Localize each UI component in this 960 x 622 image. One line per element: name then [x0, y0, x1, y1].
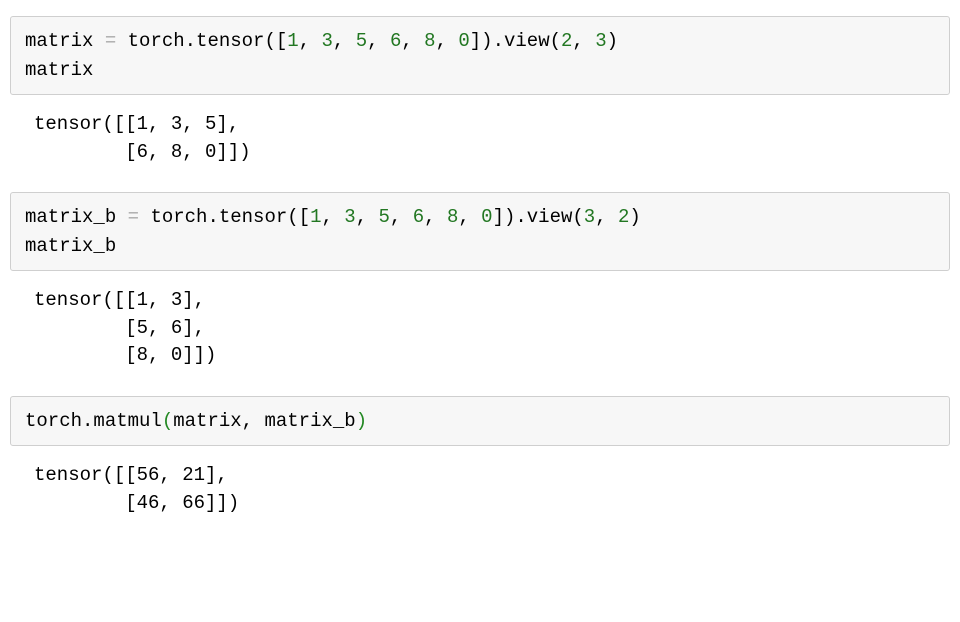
number: 0 — [458, 30, 469, 52]
call-end: ) — [607, 30, 618, 52]
code-line: matrix — [25, 59, 93, 81]
number: 3 — [344, 206, 355, 228]
number: 5 — [379, 206, 390, 228]
number: 2 — [561, 30, 572, 52]
number: 0 — [481, 206, 492, 228]
separator: , — [595, 206, 618, 228]
number: 8 — [447, 206, 458, 228]
var-name: matrix_b — [25, 206, 116, 228]
code-cell-2[interactable]: matrix_b = torch.tensor([1, 3, 5, 6, 8, … — [10, 192, 950, 271]
number: 3 — [584, 206, 595, 228]
code-line: matrix_b = torch.tensor([1, 3, 5, 6, 8, … — [25, 206, 641, 228]
code-line: matrix = torch.tensor([1, 3, 5, 6, 8, 0]… — [25, 30, 618, 52]
code-cell-3[interactable]: torch.matmul(matrix, matrix_b) — [10, 396, 950, 447]
call-mid: ]).view( — [470, 30, 561, 52]
call-prefix: torch.tensor([ — [128, 30, 288, 52]
separator: , — [367, 30, 390, 52]
separator: , — [401, 30, 424, 52]
operator-assign: = — [116, 206, 150, 228]
separator: , — [356, 206, 379, 228]
number: 3 — [322, 30, 333, 52]
number: 6 — [413, 206, 424, 228]
separator: , — [390, 206, 413, 228]
separator: , — [458, 206, 481, 228]
call-prefix: torch.tensor([ — [150, 206, 310, 228]
var-name: matrix — [25, 30, 93, 52]
separator: , — [424, 206, 447, 228]
number: 3 — [595, 30, 606, 52]
code-cell-1[interactable]: matrix = torch.tensor([1, 3, 5, 6, 8, 0]… — [10, 16, 950, 95]
separator: , — [333, 30, 356, 52]
separator: , — [321, 206, 344, 228]
separator: , — [299, 30, 322, 52]
paren-open: ( — [162, 410, 173, 432]
call-name: torch.matmul — [25, 410, 162, 432]
separator: , — [436, 30, 459, 52]
number: 2 — [618, 206, 629, 228]
number: 8 — [424, 30, 435, 52]
call-mid: ]).view( — [493, 206, 584, 228]
call-end: ) — [629, 206, 640, 228]
number: 5 — [356, 30, 367, 52]
arg: matrix — [173, 410, 241, 432]
output-cell-3: tensor([[56, 21], [46, 66]]) — [10, 452, 950, 533]
operator-assign: = — [93, 30, 127, 52]
output-cell-2: tensor([[1, 3], [5, 6], [8, 0]]) — [10, 277, 950, 386]
output-cell-1: tensor([[1, 3, 5], [6, 8, 0]]) — [10, 101, 950, 182]
arg: matrix_b — [264, 410, 355, 432]
separator: , — [242, 410, 265, 432]
number: 1 — [287, 30, 298, 52]
code-line: matrix_b — [25, 235, 116, 257]
separator: , — [572, 30, 595, 52]
paren-close: ) — [356, 410, 367, 432]
number: 1 — [310, 206, 321, 228]
number: 6 — [390, 30, 401, 52]
